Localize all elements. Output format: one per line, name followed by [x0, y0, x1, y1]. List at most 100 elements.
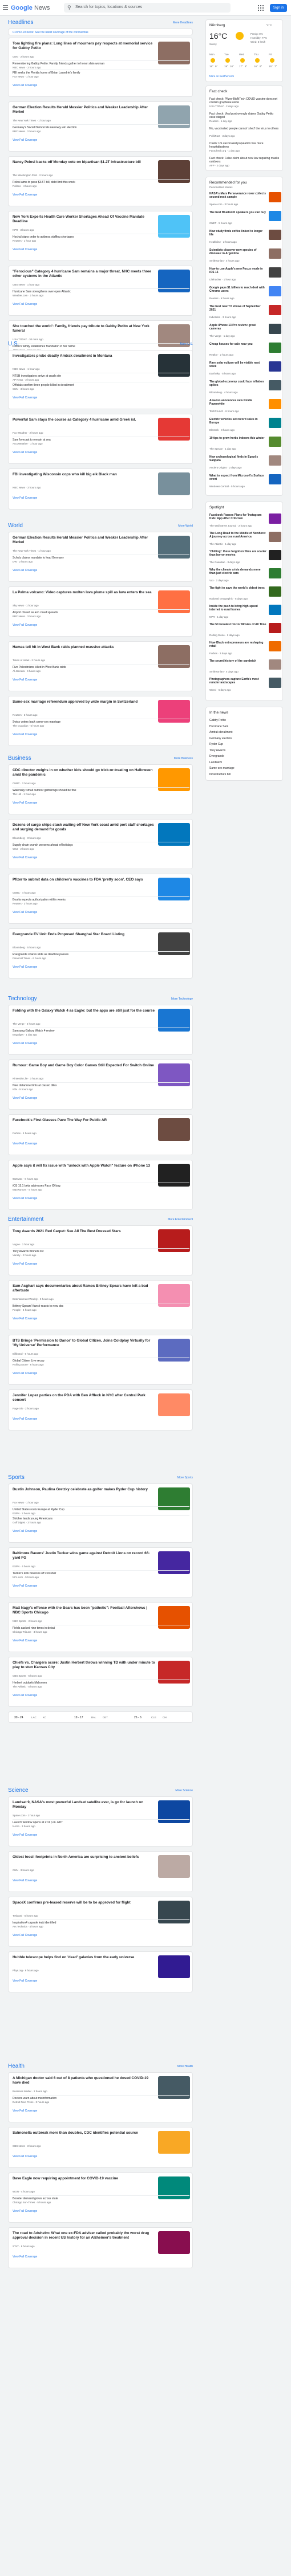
- story-headline[interactable]: Dave Eagle now requiring appointment for…: [13, 2176, 155, 2181]
- topic-chip[interactable]: Landsat 9: [209, 761, 222, 764]
- business-more-link[interactable]: More Business: [174, 757, 193, 760]
- sub-story-title[interactable]: Remembering Gabby Petito: Family, friend…: [13, 62, 184, 66]
- sub-story-title[interactable]: Bourla expects authorization within week…: [13, 898, 184, 902]
- recommended-item[interactable]: Amazon announces new Kindle Paperwhite: [209, 399, 266, 406]
- spotlight-item[interactable]: The 50 Greatest Horror Movies of All Tim…: [209, 623, 266, 626]
- story-headline[interactable]: Dustin Johnson, Paulina Gretzky celebrat…: [13, 1487, 155, 1492]
- full-coverage-link[interactable]: View Full Coverage: [13, 569, 37, 572]
- story-thumbnail[interactable]: [158, 1339, 190, 1362]
- fact-check-item[interactable]: Fact check: Pfizer-BioNTech COVID vaccin…: [209, 97, 280, 104]
- spotlight-thumbnail[interactable]: [269, 605, 281, 615]
- full-coverage-link[interactable]: View Full Coverage: [13, 193, 37, 197]
- spotlight-item[interactable]: The secret history of the sandwich: [209, 659, 266, 663]
- recommended-thumbnail[interactable]: [269, 286, 281, 296]
- full-coverage-link[interactable]: View Full Coverage: [13, 138, 37, 142]
- sub-story-title[interactable]: Swiss voters back same-sex marriage: [13, 720, 184, 724]
- sub-story-title[interactable]: Tucker's kick bounces off crossbar: [13, 1572, 184, 1576]
- full-coverage-link[interactable]: View Full Coverage: [13, 303, 37, 306]
- story-thumbnail[interactable]: [158, 932, 190, 955]
- recommended-thumbnail[interactable]: [269, 343, 281, 353]
- story-thumbnail[interactable]: [158, 160, 190, 183]
- sub-story-title[interactable]: Britney Spears' fiancé reacts to new doc: [13, 1305, 184, 1309]
- story-thumbnail[interactable]: [158, 1800, 190, 1823]
- full-coverage-link[interactable]: View Full Coverage: [13, 496, 37, 500]
- story-headline[interactable]: La Palma volcano: Video captures molten …: [13, 590, 155, 595]
- sub-story-title[interactable]: Five Palestinians killed in West Bank ra…: [13, 666, 184, 670]
- full-coverage-link[interactable]: View Full Coverage: [13, 396, 37, 400]
- story-headline[interactable]: CDC director weighs in on whether kids s…: [13, 768, 155, 777]
- story-headline[interactable]: Hubble telescope helps find on 'dead' ga…: [13, 1955, 155, 1960]
- full-coverage-link[interactable]: View Full Coverage: [13, 678, 37, 682]
- story-thumbnail[interactable]: [158, 105, 190, 128]
- spotlight-item[interactable]: The fight to save the world's oldest tre…: [209, 586, 266, 590]
- story-thumbnail[interactable]: [158, 2231, 190, 2254]
- search-placeholder[interactable]: Search for topics, locations & sources: [75, 5, 142, 9]
- sub-story-title[interactable]: Inspiration4 capsule leak identified: [13, 1921, 184, 1925]
- sub-story-title[interactable]: Tony Awards winners list: [13, 1250, 184, 1254]
- story-headline[interactable]: Sam Asghari says documentaries about Ram…: [13, 1284, 155, 1293]
- story-headline[interactable]: Dozens of cargo ships stuck waiting off …: [13, 823, 155, 832]
- full-coverage-link[interactable]: View Full Coverage: [13, 733, 37, 736]
- sub-story-title[interactable]: Fields sacked nine times in debut: [13, 1627, 184, 1631]
- entertainment-section-title[interactable]: Entertainment: [8, 1216, 193, 1222]
- apps-icon[interactable]: [258, 5, 264, 11]
- topic-chip[interactable]: Same-sex marriage: [209, 767, 235, 770]
- forecast-day[interactable]: Wed: [239, 53, 244, 56]
- spotlight-thumbnail[interactable]: [269, 623, 281, 633]
- headlines-more-link[interactable]: More Headlines: [173, 21, 193, 25]
- sub-story-title[interactable]: Officials confirm three people killed in…: [13, 384, 184, 388]
- sub-story-title[interactable]: Airport closed as ash cloud spreads: [13, 611, 184, 615]
- topic-chip[interactable]: Germany election: [209, 737, 232, 740]
- story-headline[interactable]: Apple says it will fix issue with "unloc…: [13, 1164, 155, 1168]
- spotlight-item[interactable]: The Long Road to the Middle of Nowhere: …: [209, 532, 266, 539]
- recommended-item[interactable]: Apple iPhone 13 Pro review: great camera…: [209, 324, 266, 331]
- sub-story-title[interactable]: iOS 15.1 beta addresses Face ID bug: [13, 1184, 184, 1188]
- recommended-thumbnail[interactable]: [269, 361, 281, 372]
- story-thumbnail[interactable]: [158, 768, 190, 791]
- health-more-link[interactable]: More Health: [177, 2065, 193, 2068]
- science-section-title[interactable]: Science: [8, 1787, 193, 1794]
- full-coverage-link[interactable]: View Full Coverage: [13, 1197, 37, 1200]
- google-news-logo[interactable]: Google News: [11, 5, 50, 11]
- story-thumbnail[interactable]: [158, 1551, 190, 1574]
- sign-in-button[interactable]: Sign in: [270, 4, 287, 12]
- us-section-title[interactable]: U.S.: [8, 341, 193, 347]
- recommended-thumbnail[interactable]: [269, 230, 281, 240]
- story-headline[interactable]: The road to Aduhelm: What one ex-FDA adv…: [13, 2231, 155, 2240]
- story-thumbnail[interactable]: [158, 1955, 190, 1978]
- recommended-thumbnail[interactable]: [269, 192, 281, 202]
- full-coverage-link[interactable]: View Full Coverage: [13, 856, 37, 859]
- fact-check-item[interactable]: Fact check: Viral post wrongly claims Ga…: [209, 112, 280, 119]
- story-thumbnail[interactable]: [158, 418, 190, 441]
- story-thumbnail[interactable]: [158, 878, 190, 900]
- story-thumbnail[interactable]: [158, 215, 190, 238]
- story-headline[interactable]: A Michigan doctor said 6 out of 8 patien…: [13, 2076, 155, 2085]
- entertainment-more-link[interactable]: More Entertainment: [168, 1218, 193, 1221]
- sub-story-title[interactable]: Samsung Galaxy Watch 4 review: [13, 1029, 184, 1033]
- search-icon[interactable]: ⚲: [67, 5, 71, 11]
- topic-chip[interactable]: Ryder Cup: [209, 743, 223, 746]
- full-coverage-link[interactable]: View Full Coverage: [13, 1417, 37, 1421]
- topic-chip[interactable]: Gabby Petito: [209, 719, 226, 722]
- spotlight-item[interactable]: 'Chilling': these forgotten films are sc…: [209, 550, 266, 557]
- story-thumbnail[interactable]: [158, 2176, 190, 2199]
- full-coverage-link[interactable]: View Full Coverage: [13, 911, 37, 914]
- story-headline[interactable]: Pfizer to submit data on children's vacc…: [13, 878, 155, 882]
- sub-story-title[interactable]: New datamine hints at classic titles: [13, 1084, 184, 1088]
- story-headline[interactable]: Landsat 9, NASA's most powerful Landsat …: [13, 1800, 155, 1809]
- sub-story-title[interactable]: Doctors warn about misinformation: [13, 2097, 184, 2101]
- recommended-thumbnail[interactable]: [269, 267, 281, 278]
- recommended-item[interactable]: What to expect from Microsoft's Surface …: [209, 474, 266, 481]
- full-coverage-link[interactable]: View Full Coverage: [13, 84, 37, 87]
- recommended-item[interactable]: The global economy could face inflation …: [209, 380, 266, 387]
- story-headline[interactable]: German Election Results Herald Messier P…: [13, 105, 155, 115]
- business-section-title[interactable]: Business: [8, 755, 193, 761]
- recommended-item[interactable]: 10 tips to grow herbs indoors this winte…: [209, 437, 266, 440]
- sub-story-title[interactable]: Hurricane Sam strengthens over open Atla…: [13, 290, 184, 294]
- full-coverage-link[interactable]: View Full Coverage: [13, 801, 37, 805]
- story-thumbnail[interactable]: [158, 1063, 190, 1086]
- story-headline[interactable]: Baltimore Ravens' Justin Tucker wins gam…: [13, 1551, 155, 1560]
- full-coverage-link[interactable]: View Full Coverage: [13, 451, 37, 454]
- sub-story-title[interactable]: FBI seeks the Florida home of Brian Laun…: [13, 71, 184, 75]
- recommended-item[interactable]: The best new TV shows of September 2021: [209, 305, 266, 312]
